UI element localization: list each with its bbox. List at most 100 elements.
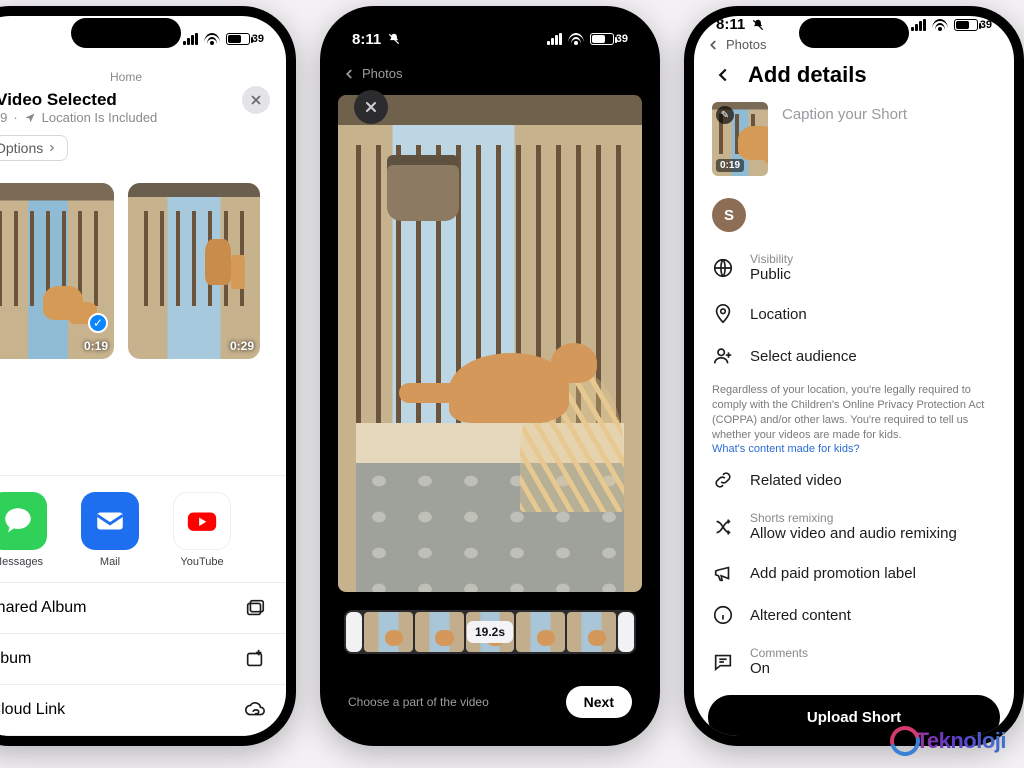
status-time: 8:11 <box>716 16 745 33</box>
silent-bell-icon <box>751 18 765 32</box>
options-label: Options <box>0 140 43 156</box>
share-app-youtube[interactable]: YouTube <box>170 492 234 568</box>
cell-signal-icon <box>911 19 926 31</box>
channel-row[interactable]: S <box>694 190 1014 242</box>
option-related[interactable]: Related video <box>712 459 996 501</box>
share-apps-row: Messages Mail YouTube <box>0 475 286 582</box>
caption-row: ✎ 0:19 Caption your Short <box>694 98 1014 190</box>
options-button[interactable]: Options <box>0 135 68 161</box>
megaphone-icon <box>712 562 734 584</box>
coppa-disclaimer: Regardless of your location, you're lega… <box>694 377 1014 459</box>
status-time: 8:11 <box>352 31 381 48</box>
made-for-kids-link[interactable]: What's content made for kids? <box>712 443 860 455</box>
timeline-frame <box>516 612 565 652</box>
share-actions: Shared Album Album iCloud Link <box>0 582 286 736</box>
youtube-icon <box>173 492 231 550</box>
video-thumbnails: ✓ 0:19 0:29 <box>0 171 286 377</box>
option-value: Select audience <box>750 348 857 365</box>
trim-handle-right[interactable] <box>618 612 634 652</box>
battery-icon: 39 <box>590 33 628 45</box>
nav-title: Home <box>0 70 270 84</box>
wifi-icon <box>204 33 220 45</box>
option-value: Add paid promotion label <box>750 565 916 582</box>
options-list: VisibilityPublic Location Select audienc… <box>694 242 1014 377</box>
pin-icon <box>712 303 734 325</box>
clip-duration-bubble: 19.2s <box>467 621 513 643</box>
close-icon <box>363 99 379 115</box>
option-label: Shorts remixing <box>750 511 957 525</box>
timeline-frame <box>364 612 413 652</box>
wifi-icon <box>568 33 584 45</box>
option-value: Related video <box>750 472 842 489</box>
option-visibility[interactable]: VisibilityPublic <box>712 242 996 293</box>
cell-signal-icon <box>183 33 198 45</box>
short-thumbnail[interactable]: ✎ 0:19 <box>712 102 768 176</box>
battery-icon: 39 <box>954 19 992 31</box>
option-value: Location <box>750 306 807 323</box>
video-preview[interactable] <box>330 87 650 600</box>
selected-check-icon: ✓ <box>88 313 108 333</box>
shared-album-icon <box>244 597 266 619</box>
option-paid-promotion[interactable]: Add paid promotion label <box>712 552 996 594</box>
back-arrow-icon[interactable] <box>712 64 734 86</box>
share-app-mail[interactable]: Mail <box>78 492 142 568</box>
share-sheet-header: Home 1 Video Selected 0:19 · Location Is… <box>0 62 286 171</box>
cloud-link-icon <box>244 699 266 721</box>
caption-input[interactable]: Caption your Short <box>782 102 907 123</box>
dynamic-island <box>799 18 909 48</box>
options-list-2: Related video Shorts remixingAllow video… <box>694 459 1014 687</box>
page-header: Add details <box>694 54 1014 98</box>
selection-location-note: Location Is Included <box>42 110 158 125</box>
action-icloud-link[interactable]: iCloud Link <box>0 685 286 736</box>
timeline-frame <box>415 612 464 652</box>
silent-bell-icon <box>387 32 401 46</box>
close-button[interactable] <box>242 86 270 114</box>
dynamic-island <box>435 18 545 48</box>
selection-title: 1 Video Selected <box>0 90 270 110</box>
cell-signal-icon <box>547 33 562 45</box>
action-label: Shared Album <box>0 599 87 617</box>
watermark-text: Teknoloji <box>916 728 1006 754</box>
chevron-right-icon <box>47 143 57 153</box>
thumbnail-image <box>128 183 260 359</box>
back-to-photos[interactable]: Photos <box>330 62 650 87</box>
mail-icon <box>81 492 139 550</box>
comment-icon <box>712 651 734 673</box>
person-plus-icon <box>712 345 734 367</box>
option-altered[interactable]: Altered content <box>712 594 996 636</box>
option-value: On <box>750 660 808 677</box>
selection-duration: 0:19 <box>0 110 7 125</box>
disclaimer-text: Regardless of your location, you're lega… <box>712 384 984 441</box>
remix-icon <box>712 516 734 538</box>
video-thumb-1[interactable]: ✓ 0:19 <box>0 183 114 359</box>
chevron-left-icon <box>342 67 356 81</box>
location-arrow-icon <box>24 112 36 124</box>
timeline-frame <box>567 612 616 652</box>
thumb-duration: 0:19 <box>84 339 108 353</box>
next-button[interactable]: Next <box>566 686 632 718</box>
close-editor-button[interactable] <box>354 90 388 124</box>
thumb-duration: 0:29 <box>230 339 254 353</box>
link-icon <box>712 469 734 491</box>
site-watermark: Teknoloji <box>884 724 1012 758</box>
video-thumb-2[interactable]: 0:29 <box>128 183 260 359</box>
action-album[interactable]: Album <box>0 634 286 685</box>
dynamic-island <box>71 18 181 48</box>
option-audience[interactable]: Select audience <box>712 335 996 377</box>
action-shared-album[interactable]: Shared Album <box>0 583 286 634</box>
option-label: Visibility <box>750 252 793 266</box>
option-comments[interactable]: CommentsOn <box>712 636 996 687</box>
phone-share-sheet: 39 Home 1 Video Selected 0:19 · Location… <box>0 6 296 746</box>
trim-hint: Choose a part of the video <box>348 695 489 709</box>
share-app-messages[interactable]: Messages <box>0 492 50 568</box>
trim-strip[interactable]: 19.2s <box>344 610 636 654</box>
album-plus-icon <box>244 648 266 670</box>
page-title: Add details <box>748 62 867 88</box>
phone-add-details: 8:11 39 Photos Add details <box>684 6 1024 746</box>
trim-handle-left[interactable] <box>346 612 362 652</box>
option-remixing[interactable]: Shorts remixingAllow video and audio rem… <box>712 501 996 552</box>
option-value: Altered content <box>750 607 851 624</box>
watermark-swoosh-icon <box>884 721 925 762</box>
option-location[interactable]: Location <box>712 293 996 335</box>
back-label: Photos <box>726 37 766 52</box>
